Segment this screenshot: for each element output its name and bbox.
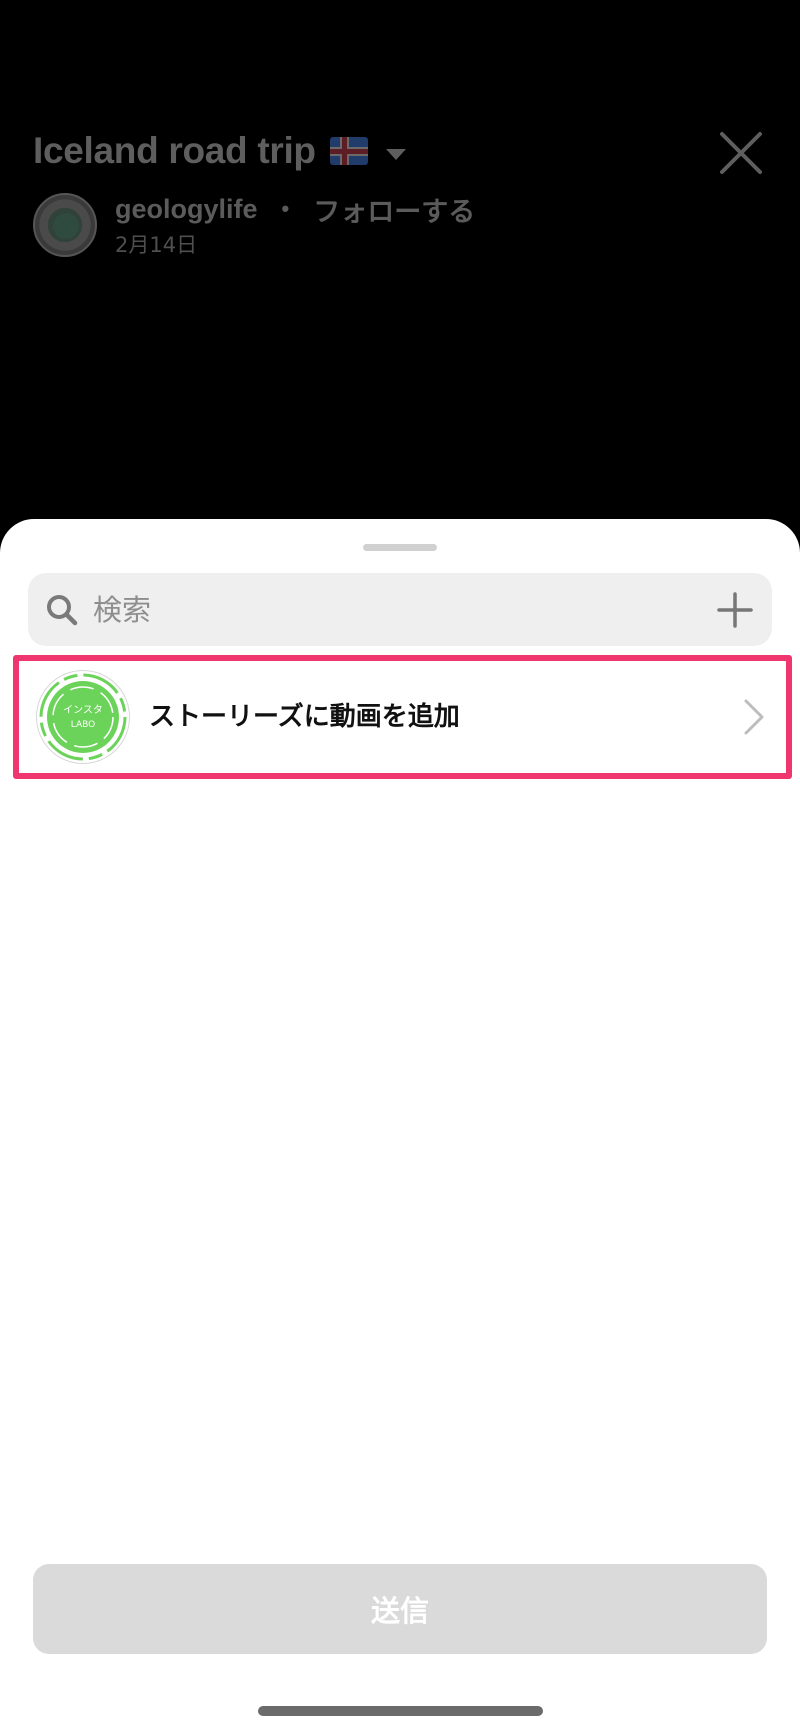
close-icon[interactable] — [718, 130, 764, 176]
author-row: geologylife • フォローする 2月14日 — [33, 193, 475, 259]
chevron-down-icon[interactable] — [385, 148, 406, 160]
iceland-flag-icon — [329, 137, 368, 165]
share-sheet: インスタ LABO ストーリーズに動画を追加 送信 — [0, 519, 800, 1731]
screen: Iceland road trip geologylife • フォローする 2… — [0, 0, 800, 1731]
collection-title[interactable]: Iceland road trip — [33, 128, 406, 174]
search-input[interactable] — [93, 573, 693, 646]
author-info: geologylife • フォローする 2月14日 — [115, 193, 475, 259]
svg-text:LABO: LABO — [71, 720, 95, 730]
send-button[interactable]: 送信 — [33, 1564, 767, 1654]
insta-labo-logo-icon: インスタ LABO — [39, 673, 127, 761]
home-indicator[interactable] — [258, 1706, 543, 1716]
post-date: 2月14日 — [115, 233, 198, 257]
search-bar — [28, 573, 772, 646]
search-icon — [47, 595, 78, 626]
follow-button[interactable]: フォローする — [313, 190, 475, 229]
svg-text:インスタ: インスタ — [63, 704, 103, 716]
story-item-label: ストーリーズに動画を追加 — [149, 702, 460, 732]
separator-dot: • — [281, 196, 290, 221]
plus-icon[interactable] — [716, 591, 754, 629]
chevron-right-icon — [744, 699, 764, 735]
author-username[interactable]: geologylife — [115, 194, 258, 225]
story-avatar: インスタ LABO — [36, 670, 130, 764]
collection-title-text: Iceland road trip — [33, 130, 316, 171]
sheet-grabber[interactable] — [363, 544, 437, 551]
author-avatar[interactable] — [33, 193, 97, 257]
add-video-to-story-item[interactable]: インスタ LABO ストーリーズに動画を追加 — [13, 655, 792, 779]
